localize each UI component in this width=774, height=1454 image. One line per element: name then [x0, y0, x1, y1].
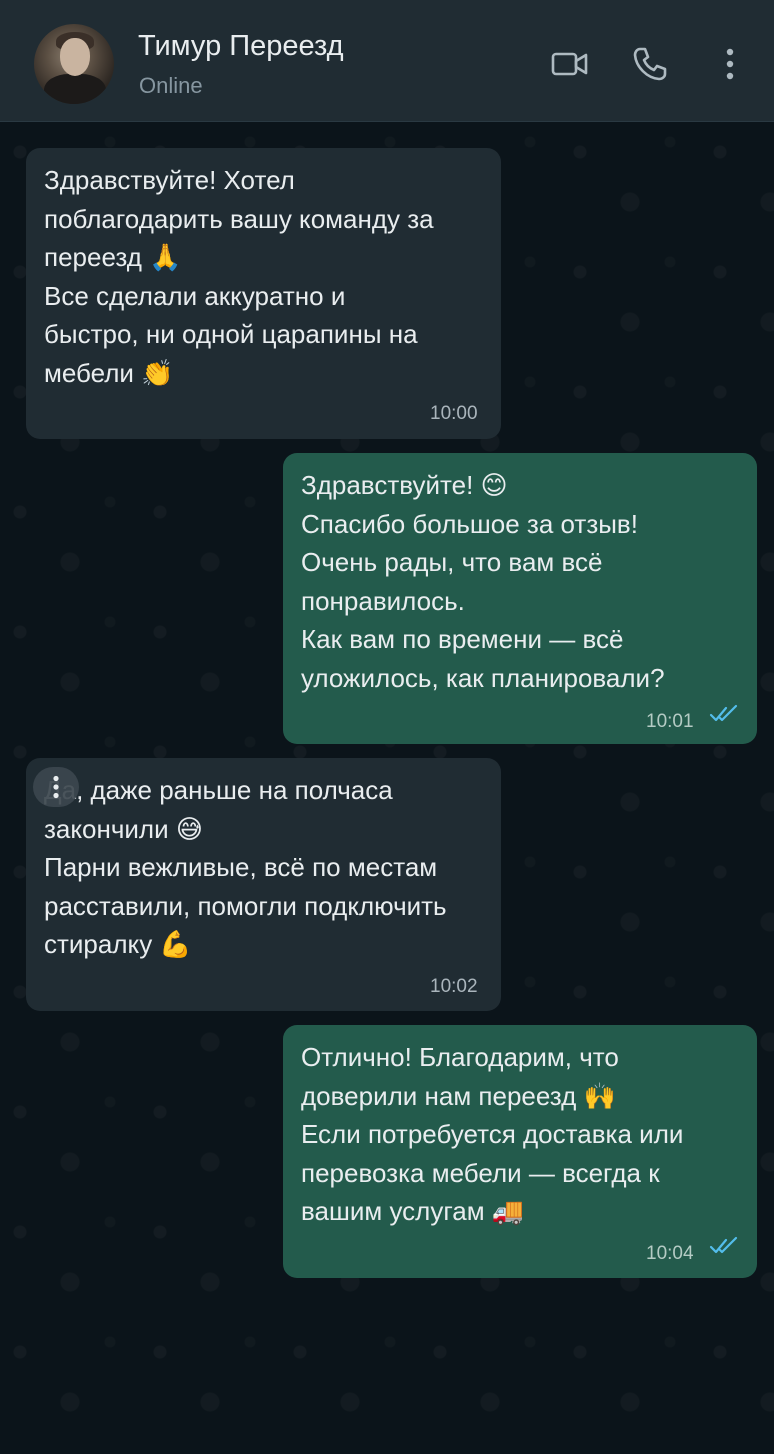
message-incoming[interactable]: Да, даже раньше на полчаса закончили 😅 П…	[26, 758, 501, 1011]
voice-call-button[interactable]	[630, 42, 670, 86]
video-call-button[interactable]	[550, 42, 590, 86]
contact-name[interactable]: Тимур Переезд	[138, 30, 344, 63]
chat-header: Тимур Переезд Online	[0, 0, 774, 122]
menu-button[interactable]	[710, 42, 750, 86]
read-receipt-icon	[709, 1236, 738, 1254]
message-text: Здравствуйте! Хотел поблагодарить вашу к…	[44, 165, 434, 388]
message-text: Здравствуйте! 😊 Спасибо большое за отзыв…	[301, 470, 665, 693]
message-time: 10:02	[430, 976, 478, 997]
message-options-button[interactable]	[33, 767, 79, 807]
message-time: 10:00	[430, 403, 478, 424]
kebab-menu-icon	[53, 775, 59, 799]
contact-avatar[interactable]	[34, 24, 114, 104]
message-text: Да, даже раньше на полчаса закончили 😅 П…	[44, 775, 447, 959]
video-camera-icon	[551, 52, 588, 76]
read-receipt-icon	[709, 704, 738, 722]
message-incoming[interactable]: Здравствуйте! Хотел поблагодарить вашу к…	[26, 148, 501, 439]
message-time: 10:01	[646, 711, 694, 732]
kebab-menu-icon	[726, 48, 734, 80]
message-text: Отлично! Благодарим, что доверили нам пе…	[301, 1042, 684, 1226]
message-time: 10:04	[646, 1243, 694, 1264]
message-outgoing[interactable]: Отлично! Благодарим, что доверили нам пе…	[283, 1025, 757, 1278]
contact-status: Online	[139, 73, 203, 98]
phone-icon	[633, 47, 667, 81]
message-outgoing[interactable]: Здравствуйте! 😊 Спасибо большое за отзыв…	[283, 453, 757, 744]
